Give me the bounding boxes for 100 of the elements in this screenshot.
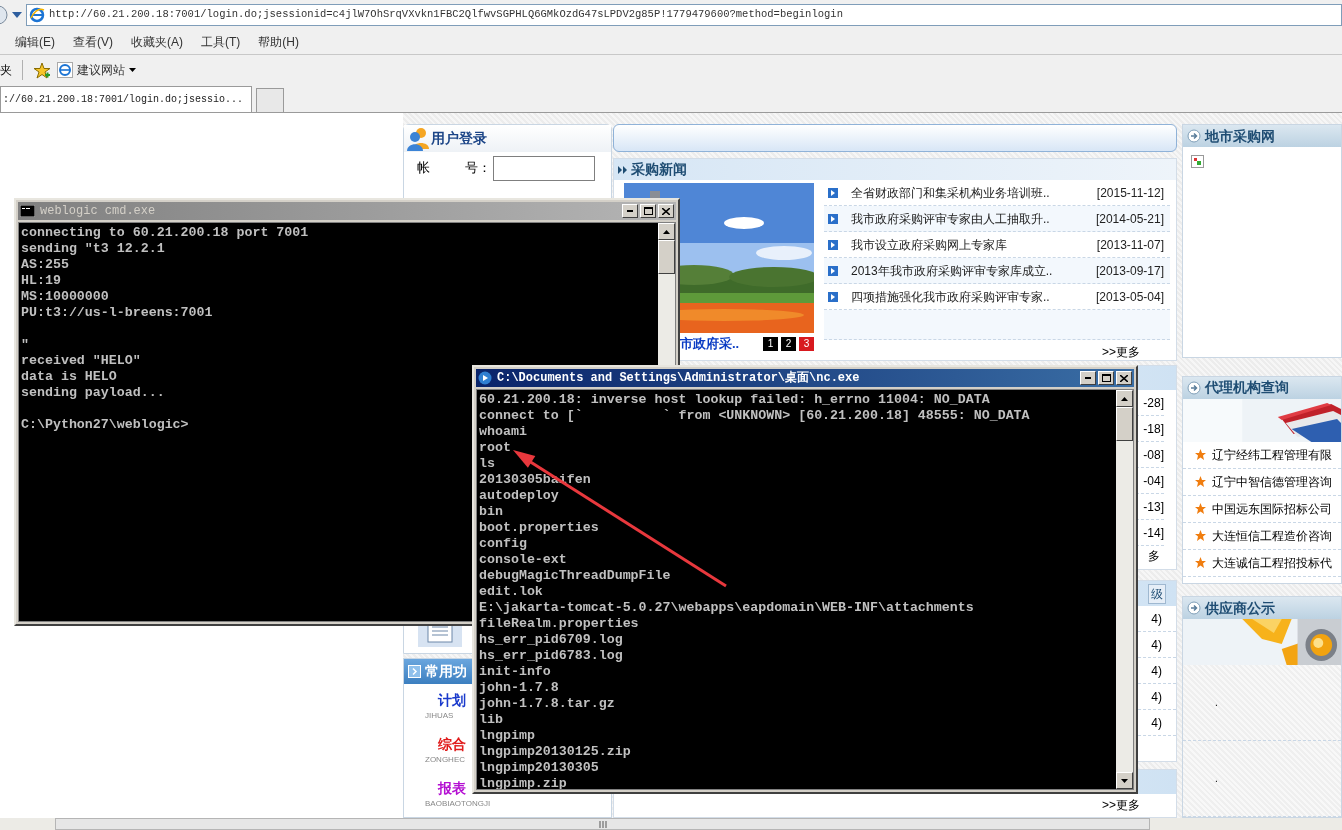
- agency-row[interactable]: 中国远东国际招标公司: [1183, 495, 1341, 523]
- console-line: root: [479, 440, 511, 456]
- console-line: console-ext: [479, 552, 567, 568]
- maximize-button[interactable]: [640, 204, 656, 218]
- notice-date: -04]: [1143, 472, 1164, 490]
- shortcut-title[interactable]: 综合: [438, 734, 466, 754]
- console-line: PU:t3://us-l-breens:7001: [21, 305, 213, 321]
- ranking-count: 4): [1151, 714, 1162, 732]
- panel-title: 用户登录: [431, 129, 487, 148]
- console-line: hs_err_pid6783.log: [479, 648, 623, 664]
- agency-row[interactable]: 辽宁中智信德管理咨询: [1183, 468, 1341, 496]
- minimize-button[interactable]: [1080, 371, 1096, 385]
- arrow-circle-icon: [1187, 129, 1201, 143]
- menu-item[interactable]: 收藏夹(A): [131, 33, 183, 51]
- news-title: 四项措施强化我市政府采购评审专家..: [851, 288, 1050, 306]
- console-line: received "HELO": [21, 353, 141, 369]
- more-link[interactable]: >>更多: [1102, 343, 1140, 361]
- console-line: debugMagicThreadDumpFile: [479, 568, 671, 584]
- panel-title: 供应商公示: [1205, 598, 1275, 618]
- more-link[interactable]: >>更多: [1102, 796, 1140, 814]
- supplier-entry[interactable]: .: [1215, 695, 1218, 710]
- favorites-label[interactable]: 夹: [0, 61, 12, 79]
- notice-date: -28]: [1143, 394, 1164, 412]
- console-line: ": [21, 337, 29, 353]
- close-button[interactable]: [1116, 371, 1132, 385]
- agency-name: 大连诚信工程招投标代: [1212, 554, 1332, 572]
- news-row[interactable]: 2013年我市政府采购评审专家库成立.. [2013-09-17]: [824, 258, 1170, 284]
- address-field[interactable]: http://60.21.200.18:7001/login.do;jsessionid=c4jlW7OhSrqVXvkn1FBC2QlfwvSGPHLQ6GMkOzdG47sLPDV2g85P!1779479600?method=beginlogin: [26, 4, 1342, 26]
- console-line: AS:255: [21, 257, 69, 273]
- close-icon: [662, 207, 670, 215]
- page-button[interactable]: 1: [763, 337, 778, 351]
- star-icon[interactable]: [33, 61, 51, 79]
- news-caption[interactable]: 市政府采..: [680, 334, 740, 354]
- agency-row[interactable]: 辽宁经纬工程管理有限: [1183, 441, 1341, 469]
- console-line: connect to [` ` from <UNKNOWN> [60.21.200.18] 48555: NO_DATA: [479, 408, 1030, 424]
- maximize-icon: [1101, 374, 1111, 382]
- ranking-tab[interactable]: 级: [1148, 583, 1166, 604]
- news-row[interactable]: 我市政府采购评审专家由人工抽取升.. [2014-05-21]: [824, 206, 1170, 232]
- minimize-button[interactable]: [622, 204, 638, 218]
- console-line: lngpimp20130125.zip: [479, 744, 631, 760]
- shortcut-title[interactable]: 报表: [438, 778, 466, 798]
- shortcut-subtitle: ZONGHEC: [425, 754, 465, 766]
- console-line: lngpimp20130305: [479, 760, 599, 776]
- notice-date: -13]: [1143, 498, 1164, 516]
- caret-icon: [129, 68, 136, 72]
- console-line: autodeploy: [479, 488, 559, 504]
- browser-tab[interactable]: ://60.21.200.18:7001/login.do;jsessio...: [0, 86, 252, 112]
- scroll-up-icon[interactable]: [663, 229, 670, 234]
- menu-item[interactable]: 工具(T): [201, 33, 241, 51]
- notice-date: -08]: [1143, 446, 1164, 464]
- horizontal-scrollbar[interactable]: [0, 818, 1342, 830]
- shortcut-subtitle: BAOBIAOTONGJI: [425, 798, 491, 810]
- menu-item[interactable]: 查看(V): [73, 33, 113, 51]
- arrow-square-icon: [828, 291, 838, 302]
- console-line: hs_err_pid6709.log: [479, 632, 623, 648]
- supplier-entry[interactable]: .: [1215, 771, 1218, 786]
- console-line: C:\Python27\weblogic>: [21, 417, 189, 433]
- close-icon: [1120, 374, 1128, 382]
- page-button[interactable]: 3: [799, 337, 814, 351]
- notice-date: -14]: [1143, 524, 1164, 542]
- shortcut-title[interactable]: 计划: [438, 690, 466, 710]
- ranking-count: 4): [1151, 636, 1162, 654]
- minimize-icon: [1085, 377, 1091, 379]
- panel-title: 采购新闻: [631, 160, 687, 179]
- url-text: http://60.21.200.18:7001/login.do;jsessionid=c4jlW7OhSrqVXvkn1FBC2QlfwvSGPHLQ6GMkOzdG47sLPDV2g85P!1779479600?method=beginlogin: [49, 7, 843, 23]
- menu-item[interactable]: 帮助(H): [258, 33, 299, 51]
- field-label: 号：: [465, 159, 492, 178]
- more-link[interactable]: 多: [1148, 547, 1160, 565]
- page-button[interactable]: 2: [781, 337, 796, 351]
- news-title: 我市政府采购评审专家由人工抽取升..: [851, 210, 1050, 228]
- console-line: whoami: [479, 424, 527, 440]
- back-icon[interactable]: [0, 5, 8, 25]
- maximize-button[interactable]: [1098, 371, 1114, 385]
- window-title: C:\Documents and Settings\Administrator\桌面\nc.exe: [497, 369, 860, 387]
- grip-icon: [598, 820, 607, 828]
- account-field[interactable]: [493, 155, 595, 181]
- console-line: config: [479, 536, 527, 552]
- arrow-square-icon: [828, 265, 838, 276]
- console-line: 60.21.200.18: inverse host lookup failed: h_errno 11004: NO_DATA: [479, 392, 990, 408]
- console-line: init-info: [479, 664, 551, 680]
- console-line: john-1.7.8.tar.gz: [479, 696, 615, 712]
- scroll-down-icon[interactable]: [1121, 778, 1128, 783]
- scrollbar-thumb[interactable]: [55, 818, 1150, 830]
- suggested-sites-button[interactable]: 建议网站: [57, 61, 136, 79]
- console-line: ls: [479, 456, 495, 472]
- console-line: bin: [479, 504, 503, 520]
- news-date: [2013-11-07]: [1096, 236, 1164, 254]
- arrow-square-icon: [828, 213, 838, 224]
- close-button[interactable]: [658, 204, 674, 218]
- console-line: MS:10000000: [21, 289, 109, 305]
- agency-row[interactable]: 大连诚信工程招投标代: [1183, 549, 1341, 577]
- menu-item[interactable]: 编辑(E): [15, 33, 55, 51]
- scroll-up-icon[interactable]: [1121, 396, 1128, 401]
- news-date: [2013-05-04]: [1095, 288, 1164, 306]
- news-title: 2013年我市政府采购评审专家库成立..: [851, 262, 1053, 280]
- dropdown-caret-icon[interactable]: [11, 11, 23, 19]
- agency-row[interactable]: 大连恒信工程造价咨询: [1183, 522, 1341, 550]
- arrow-square-icon: [828, 187, 838, 198]
- arrow-square-icon: [828, 239, 838, 250]
- vertical-scrollbar[interactable]: [1116, 390, 1133, 789]
